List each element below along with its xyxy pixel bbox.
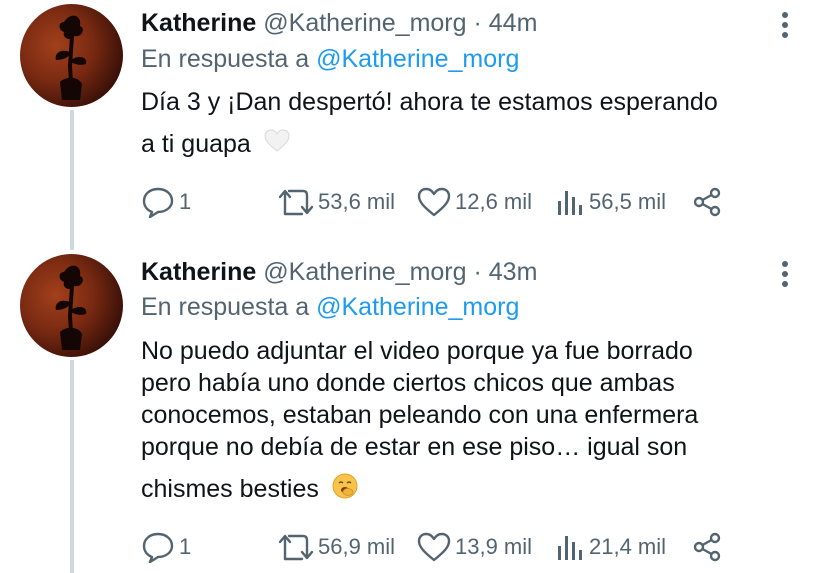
analytics-icon (558, 191, 582, 215)
tweet-text-line: conocemos, estaban peleando con una enfe… (141, 401, 699, 429)
tweet-header: Katherine @Katherine_morg · 44m (141, 6, 537, 40)
share-button[interactable] (692, 184, 722, 220)
like-button[interactable]: 12,6 mil (417, 184, 532, 220)
reply-icon (142, 187, 174, 218)
tweet-actions: 1 53,6 mil 12,6 mil 56,5 mil (141, 184, 741, 220)
reply-prefix: En respuesta a (141, 45, 310, 73)
views-count: 56,5 mil (589, 189, 667, 214)
views-button[interactable]: 56,5 mil (555, 184, 666, 220)
tweet-text-line: No puedo adjuntar el video porque ya fue… (141, 337, 693, 365)
tweet-text-line: a ti guapa (141, 130, 251, 158)
reply-context: En respuesta a @Katherine_morg (141, 290, 519, 324)
views-button[interactable]: 21,4 mil (555, 529, 666, 565)
reply-prefix: En respuesta a (141, 293, 310, 321)
timestamp[interactable]: 44m (489, 9, 538, 37)
rose-icon (55, 265, 87, 351)
tweet[interactable]: Katherine @Katherine_morg · 44m En respu… (0, 0, 828, 250)
tweet-text-line-with-emoji: chismes besties (141, 473, 698, 505)
author-handle[interactable]: @Katherine_morg (263, 9, 466, 37)
author-name[interactable]: Katherine (141, 9, 256, 37)
tweet-text-line: porque no debía de estar en ese piso… ig… (141, 433, 688, 461)
yawning-face-icon (332, 473, 358, 507)
reply-count: 1 (179, 189, 192, 214)
tweet-text-line: chismes besties (141, 475, 319, 503)
author-name[interactable]: Katherine (141, 258, 256, 286)
tweet-text-line: pero había uno donde ciertos chicos que … (141, 369, 675, 397)
heart-icon (417, 532, 451, 562)
like-count: 13,9 mil (455, 534, 533, 559)
white-heart-icon (264, 129, 290, 161)
share-button[interactable] (692, 529, 722, 565)
views-count: 21,4 mil (589, 534, 667, 559)
like-button[interactable]: 13,9 mil (417, 529, 532, 565)
tweet[interactable]: Katherine @Katherine_morg · 43m En respu… (0, 250, 828, 573)
retweet-icon (278, 534, 314, 561)
tweet-text-line: Día 3 y ¡Dan despertó! ahora te estamos … (141, 88, 718, 116)
tweet-text-line-with-emoji: a ti guapa (141, 128, 718, 160)
reply-context: En respuesta a @Katherine_morg (141, 42, 519, 76)
reply-handle-link[interactable]: @Katherine_morg (316, 45, 519, 73)
reply-button[interactable]: 1 (141, 184, 191, 220)
tweet-header: Katherine @Katherine_morg · 43m (141, 255, 537, 289)
more-options-icon[interactable] (781, 12, 789, 38)
reply-icon (142, 532, 174, 563)
tweet-text: Día 3 y ¡Dan despertó! ahora te estamos … (141, 86, 718, 160)
share-icon (693, 532, 721, 562)
retweet-button[interactable]: 53,6 mil (278, 184, 395, 220)
reply-button[interactable]: 1 (141, 529, 191, 565)
rose-icon (55, 15, 87, 101)
retweet-icon (278, 189, 314, 216)
heart-icon (417, 187, 451, 217)
reply-count: 1 (179, 534, 192, 559)
analytics-icon (558, 536, 582, 560)
separator-dot: · (473, 258, 482, 286)
tweet-actions: 1 56,9 mil 13,9 mil 21,4 mil (141, 529, 741, 565)
avatar[interactable] (20, 254, 123, 357)
reply-handle-link[interactable]: @Katherine_morg (316, 293, 519, 321)
share-icon (693, 187, 721, 217)
retweet-count: 56,9 mil (318, 534, 396, 559)
like-count: 12,6 mil (455, 189, 533, 214)
more-options-icon[interactable] (781, 261, 789, 287)
separator-dot: · (473, 9, 482, 37)
author-handle[interactable]: @Katherine_morg (263, 258, 466, 286)
retweet-count: 53,6 mil (318, 189, 396, 214)
tweet-text: No puedo adjuntar el video porque ya fue… (141, 335, 698, 505)
timestamp[interactable]: 43m (489, 258, 538, 286)
retweet-button[interactable]: 56,9 mil (278, 529, 395, 565)
avatar[interactable] (20, 4, 123, 107)
